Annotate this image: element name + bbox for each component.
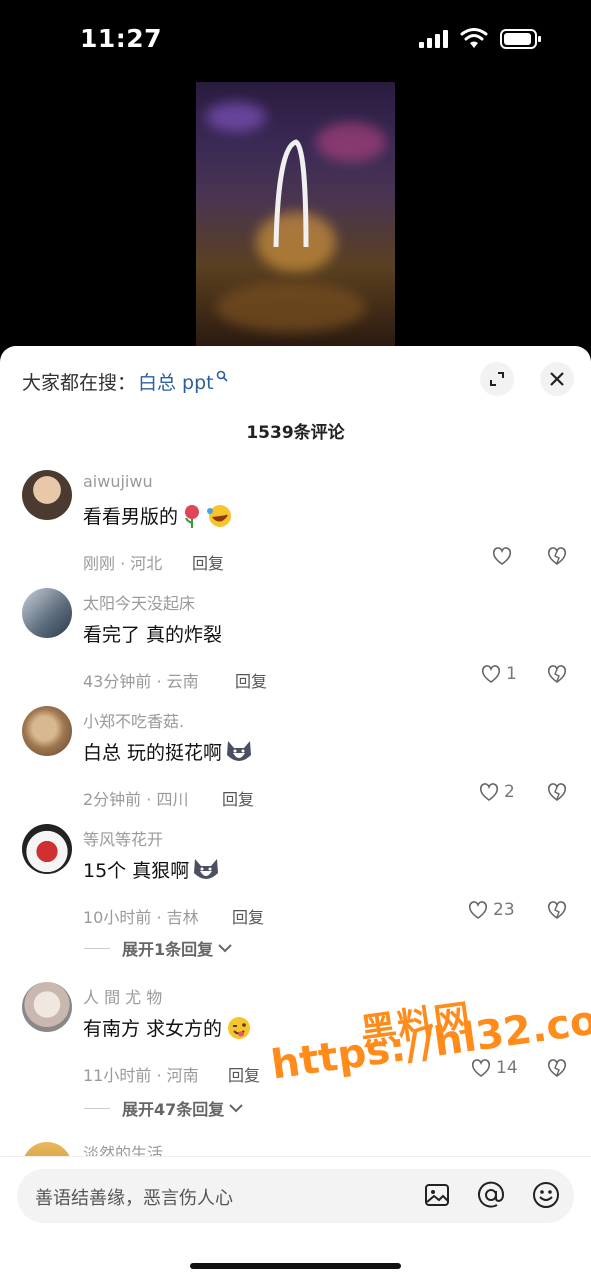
- comment-username[interactable]: 等风等花开: [83, 826, 163, 850]
- reply-button[interactable]: 回复: [232, 904, 264, 928]
- comment-text-body: 白总 玩的挺花啊: [83, 742, 223, 764]
- dislike-icon[interactable]: [546, 664, 568, 684]
- dislike-icon[interactable]: [546, 546, 568, 566]
- comment-count: 1539条评论: [246, 423, 345, 443]
- comment-username[interactable]: 人 間 尤 物: [83, 984, 162, 1008]
- cellular-signal-icon: [419, 30, 448, 48]
- chevron-down-icon: [218, 944, 232, 953]
- avatar[interactable]: [22, 470, 72, 520]
- comment-input-placeholder: 善语结善缘，恶言伤人心: [35, 1188, 233, 1209]
- wifi-icon: [460, 28, 488, 48]
- status-icons: [418, 28, 542, 50]
- heart-icon: [479, 783, 499, 801]
- wink-tongue-emoji: [228, 1016, 251, 1039]
- like-count: 23: [493, 900, 515, 920]
- comment-item: aiwujiwu 看看男版的 刚刚 · 河北 回复: [0, 470, 591, 580]
- emoji-icon[interactable]: [532, 1181, 560, 1209]
- heart-icon: [492, 547, 512, 565]
- comment-meta: 43分钟前 · 云南: [83, 672, 199, 691]
- close-icon: [550, 372, 564, 386]
- like-button[interactable]: 14: [470, 1058, 518, 1078]
- comment-text: 15个 真狠啊: [83, 856, 220, 883]
- comment-meta: 刚刚 · 河北: [83, 554, 163, 573]
- home-indicator[interactable]: [190, 1263, 401, 1269]
- husky-emoji: [194, 858, 219, 879]
- dislike-icon[interactable]: [546, 900, 568, 920]
- comment-text: 有南方 求女方的: [83, 1014, 253, 1041]
- reply-button[interactable]: 回复: [235, 668, 267, 692]
- reply-button[interactable]: 回复: [192, 550, 224, 574]
- expand-replies-label: 展开47条回复: [122, 1100, 225, 1119]
- battery-icon: [500, 29, 541, 49]
- avatar[interactable]: [22, 706, 72, 756]
- comment-text: 看完了 真的炸裂: [83, 620, 222, 647]
- like-button[interactable]: 1: [480, 664, 517, 684]
- comment-sheet: 大家都在搜： 白总 ppt 1539条评论 aiwujiwu 看看男版的 刚刚 …: [0, 346, 591, 1280]
- trending-search-prefix: 大家都在搜：: [22, 372, 137, 394]
- mention-icon[interactable]: [477, 1181, 505, 1209]
- like-button[interactable]: 23: [467, 900, 515, 920]
- heart-icon: [468, 901, 488, 919]
- comment-text: 白总 玩的挺花啊: [83, 738, 253, 765]
- comment-text-body: 看完了 真的炸裂: [83, 624, 223, 646]
- comment-meta: 10小时前 · 吉林: [83, 908, 199, 927]
- reply-button[interactable]: 回复: [222, 786, 254, 810]
- expand-replies-button[interactable]: 展开1条回复: [84, 936, 233, 960]
- like-button[interactable]: [491, 546, 517, 566]
- expand-button[interactable]: [480, 362, 514, 396]
- comment-item: 等风等花开 15个 真狠啊 10小时前 · 吉林 回复 23: [0, 824, 591, 934]
- image-icon[interactable]: [423, 1181, 451, 1209]
- trending-search-term[interactable]: 白总 ppt: [138, 368, 214, 395]
- comment-item: 小郑不吃香菇. 白总 玩的挺花啊 2分钟前 · 四川 回复 2: [0, 706, 591, 816]
- divider: [84, 947, 110, 949]
- close-button[interactable]: [540, 362, 574, 396]
- reply-button[interactable]: 回复: [228, 1062, 260, 1086]
- comment-username[interactable]: 太阳今天没起床: [83, 590, 195, 614]
- video-player[interactable]: [196, 82, 395, 346]
- like-count: 1: [506, 664, 517, 684]
- avatar[interactable]: [22, 982, 72, 1032]
- expand-replies-button[interactable]: 展开47条回复: [84, 1096, 244, 1120]
- dislike-icon[interactable]: [546, 782, 568, 802]
- status-bar: 11:27: [0, 0, 591, 80]
- dislike-icon[interactable]: [546, 1058, 568, 1078]
- like-button[interactable]: 2: [478, 782, 515, 802]
- comment-text-body: 有南方 求女方的: [83, 1018, 223, 1040]
- divider: [84, 1107, 110, 1109]
- comment-item: 太阳今天没起床 看完了 真的炸裂 43分钟前 · 云南 回复 1: [0, 588, 591, 698]
- rofl-emoji: [207, 504, 232, 527]
- search-icon: [216, 370, 228, 382]
- comment-text-body: 看看男版的: [83, 506, 179, 528]
- like-count: 14: [496, 1058, 518, 1078]
- status-time: 11:27: [80, 24, 163, 53]
- comment-input-bar: 善语结善缘，恶言伤人心: [0, 1156, 591, 1280]
- like-count: 2: [504, 782, 515, 802]
- comment-meta: 2分钟前 · 四川: [83, 790, 189, 809]
- heart-icon: [481, 665, 501, 683]
- avatar[interactable]: [22, 824, 72, 874]
- expand-replies-label: 展开1条回复: [122, 940, 214, 959]
- comment-username[interactable]: aiwujiwu: [83, 472, 153, 491]
- avatar[interactable]: [22, 588, 72, 638]
- comment-input[interactable]: 善语结善缘，恶言伤人心: [17, 1169, 574, 1223]
- trending-search[interactable]: 大家都在搜： 白总 ppt: [22, 368, 228, 395]
- chevron-down-icon: [229, 1104, 243, 1113]
- comment-text-body: 15个 真狠啊: [83, 860, 190, 882]
- comment-text: 看看男版的: [83, 502, 234, 529]
- comment-username[interactable]: 小郑不吃香菇.: [83, 708, 184, 732]
- rose-emoji: [185, 504, 200, 528]
- husky-emoji: [227, 740, 252, 761]
- expand-icon: [490, 372, 504, 386]
- heart-icon: [471, 1059, 491, 1077]
- comment-meta: 11小时前 · 河南: [83, 1066, 199, 1085]
